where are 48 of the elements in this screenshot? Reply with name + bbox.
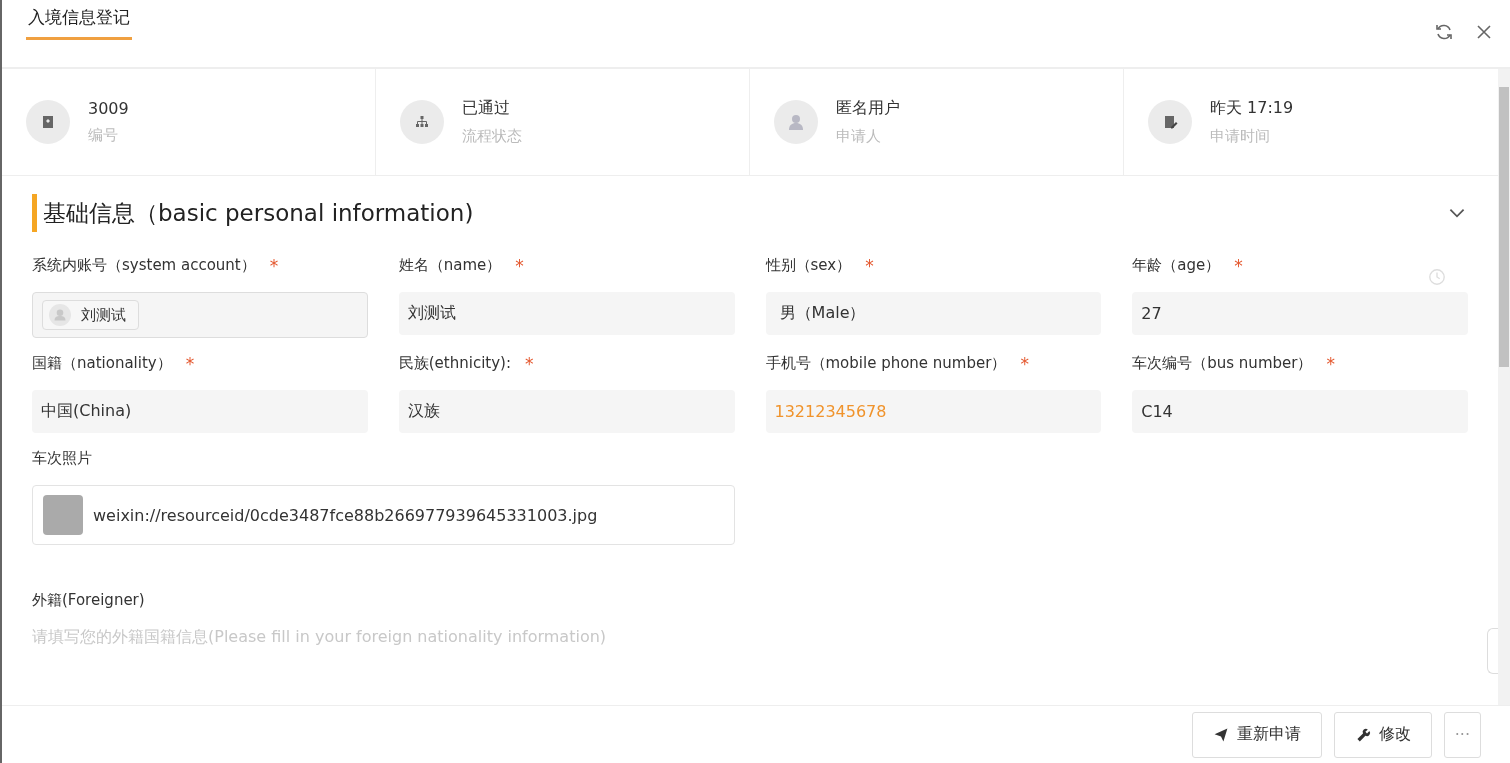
- summary-value: 匿名用户: [836, 98, 900, 119]
- required-mark: *: [1020, 354, 1029, 376]
- user-icon: [786, 112, 806, 132]
- required-mark: *: [1234, 256, 1243, 278]
- summary-label: 编号: [88, 126, 119, 145]
- field-label: 姓名（name）: [398, 256, 502, 276]
- user-name: 刘测试: [81, 305, 126, 325]
- scrollbar[interactable]: [1498, 69, 1510, 705]
- required-mark: *: [269, 256, 279, 278]
- attachment-field[interactable]: weixin://resourceid/0cde3487fce88b266977939645331003.jpg: [32, 485, 735, 545]
- field-label: 国籍（nationality）: [32, 354, 172, 374]
- photo-placeholder: [43, 495, 83, 535]
- action-button[interactable]: 修改: [1333, 711, 1432, 758]
- input-field[interactable]: 27: [1132, 292, 1468, 335]
- collapse-handle[interactable]: [1487, 628, 1498, 674]
- tab[interactable]: 入境信息登记: [26, 0, 132, 40]
- required-mark: *: [1326, 354, 1335, 376]
- account-field[interactable]: 刘测试: [32, 292, 368, 338]
- required-mark: *: [185, 354, 195, 376]
- input-field[interactable]: 汉族: [398, 390, 735, 433]
- action-button[interactable]: 重新申请: [1191, 711, 1322, 758]
- clock-icon: [1428, 268, 1446, 286]
- field-label: 年龄（age）: [1132, 256, 1221, 276]
- input-field[interactable]: 男（Male）: [765, 292, 1102, 335]
- input-field[interactable]: 刘测试: [398, 292, 735, 335]
- avatar-icon: [49, 304, 71, 326]
- input-field[interactable]: 中国(China): [32, 390, 368, 433]
- section-title: 基础信息（basic personal information): [32, 194, 474, 232]
- summary-value: 昨天 17:19: [1210, 98, 1294, 119]
- field-label: 民族(ethnicity):: [398, 354, 511, 374]
- input-field[interactable]: C14: [1132, 390, 1468, 433]
- required-mark: *: [865, 256, 874, 278]
- required-mark: *: [525, 354, 534, 376]
- summary-value: 已通过: [462, 98, 511, 119]
- summary-label: 申请人: [836, 127, 882, 146]
- field-label: 性别（sex）: [765, 256, 852, 276]
- send-icon: [1212, 726, 1229, 743]
- summary-value: 3009: [88, 99, 129, 118]
- summary-label: 申请时间: [1210, 127, 1271, 146]
- field-label: 外籍(Foreigner): [32, 591, 145, 611]
- summary-label: 流程状态: [462, 127, 522, 146]
- file-name: weixin://resourceid/0cde3487fce88b266977939645331003.jpg: [93, 505, 598, 525]
- required-mark: *: [515, 256, 524, 278]
- field-label: 车次编号（bus number）: [1132, 354, 1313, 374]
- field-label: 车次照片: [32, 449, 92, 469]
- refresh-icon[interactable]: [1434, 22, 1454, 42]
- field-label: 系统内账号（system account）: [32, 256, 256, 276]
- field-label: 手机号（mobile phone number）: [765, 354, 1007, 374]
